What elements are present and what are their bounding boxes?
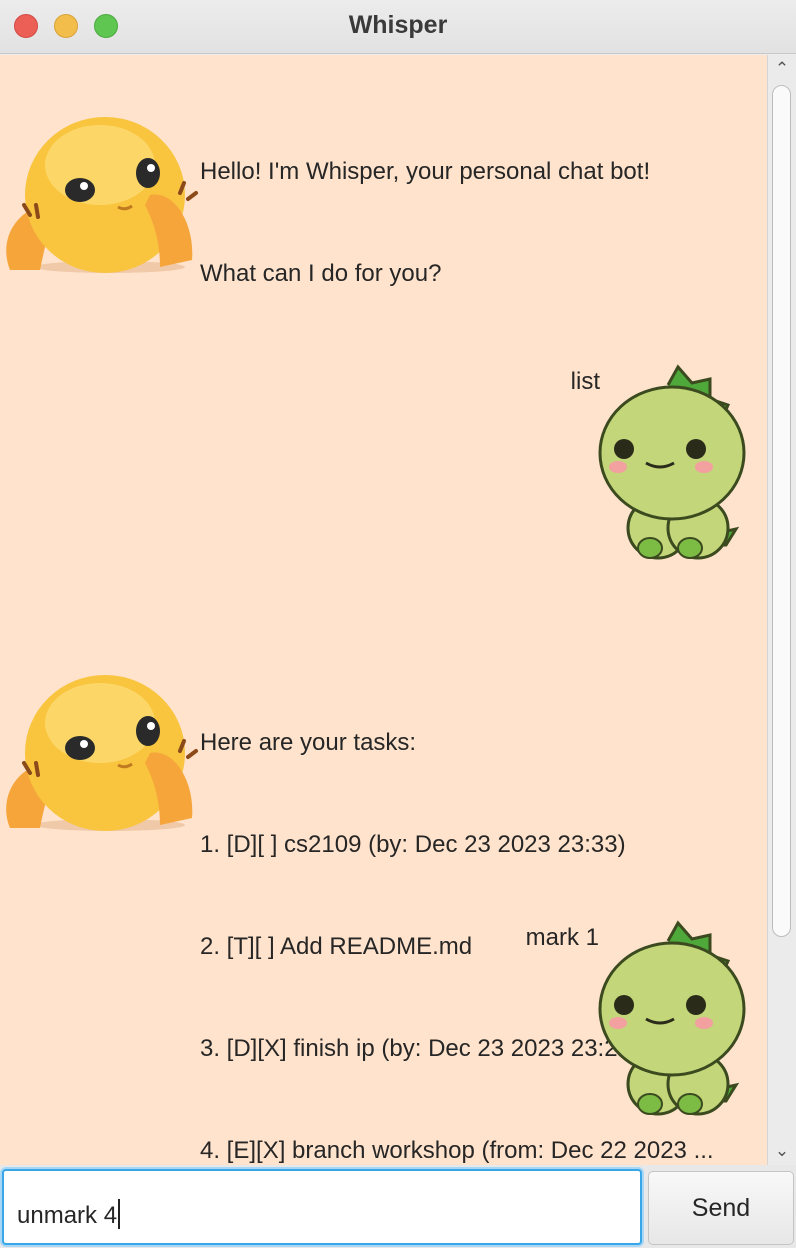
user-message: list: [570, 368, 600, 395]
message-input-value: unmark 4: [17, 1202, 118, 1229]
input-bar: unmark 4 Send: [0, 1165, 796, 1248]
user-avatar-icon: [598, 920, 746, 1116]
chat-dialog-area[interactable]: Hello! I'm Whisper, your personal chat b…: [0, 55, 767, 1165]
bot-avatar-icon: [6, 675, 198, 831]
message-line: 1. [D][ ] cs2109 (by: Dec 23 2023 23:33): [200, 831, 626, 858]
send-button[interactable]: Send: [648, 1171, 794, 1245]
user-avatar-icon: [598, 364, 746, 560]
scroll-down-icon[interactable]: ⌄: [768, 1139, 796, 1163]
bot-avatar-icon: [6, 117, 198, 273]
bot-message: Hello! I'm Whisper, your personal chat b…: [200, 87, 650, 359]
message-line: Here are your tasks:: [200, 729, 417, 756]
text-caret: [118, 1199, 121, 1229]
message-line: What can I do for you?: [200, 260, 442, 287]
title-bar: Whisper: [0, 0, 796, 54]
message-line: Hello! I'm Whisper, your personal chat b…: [200, 158, 651, 185]
scrollbar-thumb[interactable]: [772, 85, 791, 937]
vertical-scrollbar[interactable]: ⌃ ⌄: [767, 55, 796, 1165]
message-input[interactable]: unmark 4: [2, 1169, 642, 1245]
window-title: Whisper: [348, 11, 448, 39]
user-message: mark 1: [525, 924, 599, 951]
scroll-up-icon[interactable]: ⌃: [768, 57, 796, 81]
message-line: 4. [E][X] branch workshop (from: Dec 22 …: [200, 1137, 714, 1164]
